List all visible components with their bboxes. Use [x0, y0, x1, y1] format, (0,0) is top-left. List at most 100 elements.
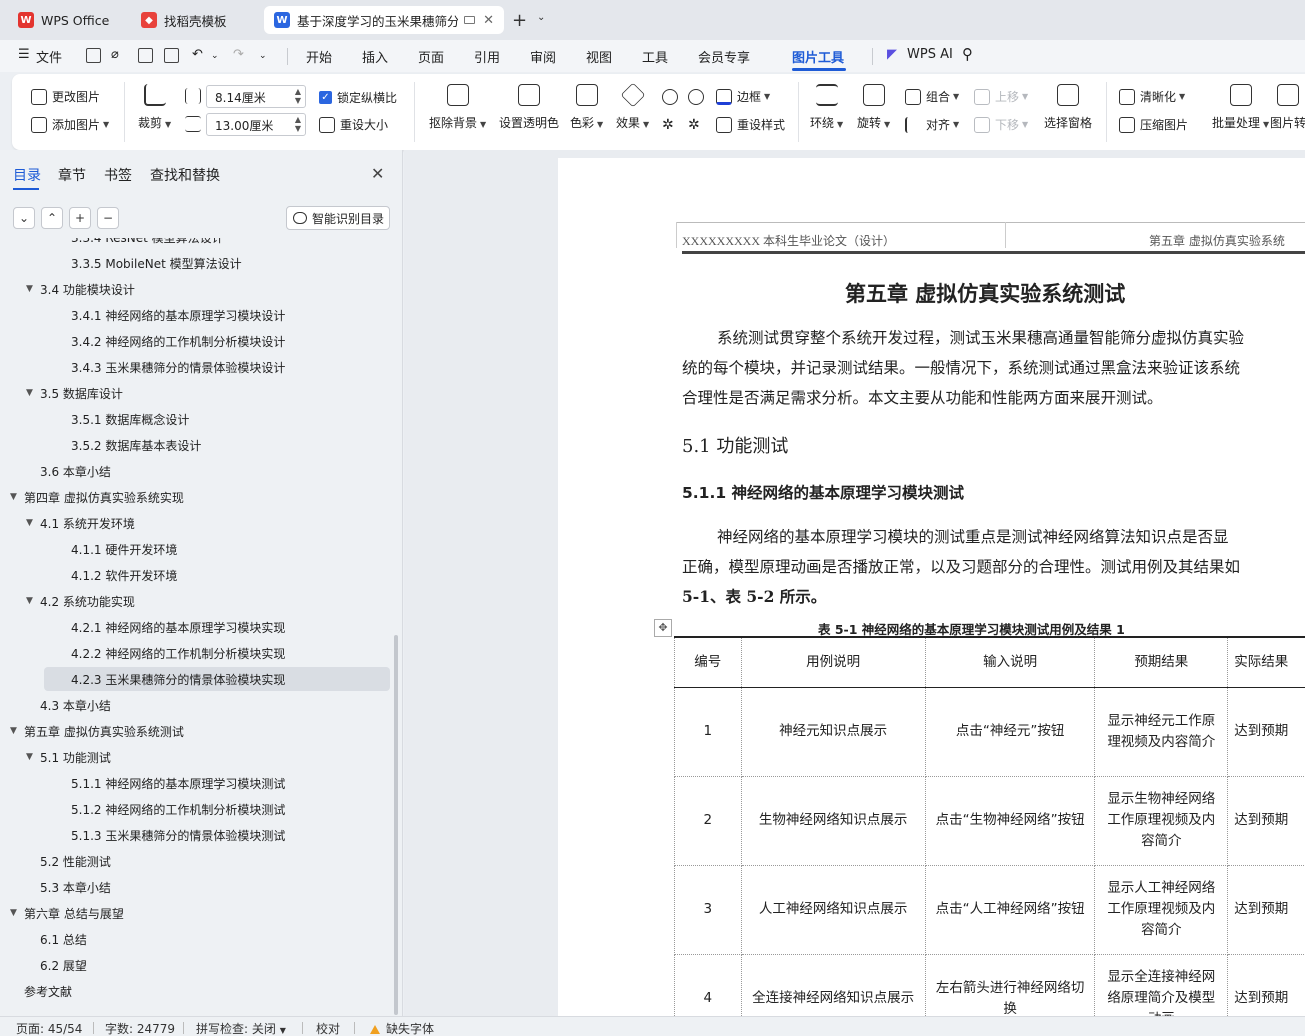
- toc-item[interactable]: 4.2.2 神经网络的工作机制分析模块实现: [0, 641, 390, 665]
- toc-item[interactable]: 4.3 本章小结: [0, 693, 390, 717]
- align-button[interactable]: 对齐 ▼: [905, 116, 959, 133]
- menu-view[interactable]: 视图: [586, 47, 612, 66]
- menu-picture-tools[interactable]: 图片工具: [792, 47, 844, 66]
- chevron-down-icon[interactable]: ⌄: [211, 51, 219, 61]
- page-count[interactable]: 页面: 45/54: [16, 1020, 82, 1036]
- toc-item[interactable]: 3.4.1 神经网络的基本原理学习模块设计: [0, 303, 390, 327]
- toc-item[interactable]: ▼ 5.1 功能测试: [0, 745, 390, 769]
- wrap-button[interactable]: 环绕 ▼: [810, 84, 843, 131]
- brightness-up-icon[interactable]: [662, 89, 678, 105]
- set-transparent-button[interactable]: 设置透明色: [499, 84, 559, 131]
- toc-item[interactable]: 5.1.3 玉米果穗筛分的情景体验模块测试: [0, 823, 390, 847]
- contrast-up-icon[interactable]: [688, 89, 704, 105]
- lock-ratio-checkbox[interactable]: ✓ 锁定纵横比: [319, 89, 397, 106]
- menu-home[interactable]: 开始: [306, 47, 332, 66]
- effects-button[interactable]: 效果 ▼: [616, 82, 649, 131]
- toc-item[interactable]: 5.1.1 神经网络的基本原理学习模块测试: [0, 771, 390, 795]
- chevron-down-icon[interactable]: ⌄: [537, 12, 545, 23]
- new-tab-button[interactable]: +: [512, 10, 527, 31]
- reset-style-button[interactable]: 重设样式: [716, 116, 785, 133]
- expand-toggle-icon[interactable]: ▼: [26, 518, 40, 528]
- brightness-down-icon[interactable]: ✲: [662, 117, 674, 133]
- toc-item[interactable]: ▼ 3.5 数据库设计: [0, 381, 390, 405]
- contrast-down-icon[interactable]: ✲: [688, 117, 700, 133]
- selection-pane-button[interactable]: 选择窗格: [1044, 84, 1092, 131]
- height-input[interactable]: 13.00厘米 ▲ ▼: [206, 113, 306, 136]
- toc-item[interactable]: 6.2 展望: [0, 953, 390, 977]
- chevron-down-icon[interactable]: ⌄: [259, 51, 267, 61]
- expand-toggle-icon[interactable]: ▼: [26, 284, 40, 294]
- toc-item[interactable]: 5.1.2 神经网络的工作机制分析模块测试: [0, 797, 390, 821]
- spinner-icon[interactable]: ▲ ▼: [295, 87, 301, 105]
- remove-heading-icon[interactable]: −: [97, 207, 119, 229]
- batch-process-button[interactable]: 批量处理 ▼: [1212, 84, 1269, 131]
- menu-file[interactable]: 文件: [36, 47, 62, 66]
- menu-insert[interactable]: 插入: [362, 47, 388, 66]
- smart-toc-button[interactable]: 智能识别目录: [286, 206, 390, 230]
- nav-tab-toc[interactable]: 目录: [13, 165, 41, 185]
- menu-review[interactable]: 审阅: [530, 47, 556, 66]
- link-icon[interactable]: ⌀: [111, 47, 119, 62]
- toc-item[interactable]: 4.1.1 硬件开发环境: [0, 537, 390, 561]
- toc-item[interactable]: 5.3 本章小结: [0, 875, 390, 899]
- toc-item[interactable]: 4.1.2 软件开发环境: [0, 563, 390, 587]
- tab-current-document[interactable]: W 基于深度学习的玉米果穗筛分 ✕: [264, 6, 504, 34]
- toc-item[interactable]: 6.1 总结: [0, 927, 390, 951]
- reset-size-button[interactable]: 重设大小: [319, 116, 388, 133]
- chevron-down-icon[interactable]: ⌄: [13, 207, 35, 229]
- menu-references[interactable]: 引用: [474, 47, 500, 66]
- expand-toggle-icon[interactable]: ▼: [10, 908, 24, 918]
- move-down-button[interactable]: 下移 ▼: [974, 116, 1028, 133]
- word-count[interactable]: 字数: 24779: [105, 1020, 175, 1036]
- nav-tab-chapters[interactable]: 章节: [58, 165, 86, 185]
- spell-check-toggle[interactable]: 拼写检查: 关闭 ▼: [196, 1020, 286, 1036]
- crop-button[interactable]: 裁剪 ▼: [138, 84, 171, 131]
- toc-item[interactable]: ▼ 第六章 总结与展望: [0, 901, 390, 925]
- toc-item[interactable]: 5.2 性能测试: [0, 849, 390, 873]
- nav-tab-find-replace[interactable]: 查找和替换: [150, 165, 220, 185]
- move-up-button[interactable]: 上移 ▼: [974, 88, 1028, 105]
- close-icon[interactable]: ✕: [483, 13, 494, 28]
- sharpen-button[interactable]: 清晰化 ▼: [1119, 88, 1185, 105]
- add-picture-button[interactable]: 添加图片 ▼: [31, 116, 109, 133]
- close-icon[interactable]: ✕: [371, 164, 384, 183]
- toc-item[interactable]: 3.5.2 数据库基本表设计: [0, 433, 390, 457]
- toc-item[interactable]: 3.4.3 玉米果穗筛分的情景体验模块设计: [0, 355, 390, 379]
- color-button[interactable]: 色彩 ▼: [570, 84, 603, 131]
- toc-item[interactable]: 4.2.1 神经网络的基本原理学习模块实现: [0, 615, 390, 639]
- chevron-up-icon[interactable]: ⌃: [41, 207, 63, 229]
- compress-picture-button[interactable]: 压缩图片: [1119, 116, 1188, 133]
- toc-item[interactable]: ▼ 第五章 虚拟仿真实验系统测试: [0, 719, 390, 743]
- print-preview-icon[interactable]: [164, 48, 179, 63]
- picture-convert-button[interactable]: 图片转: [1270, 84, 1305, 131]
- add-heading-icon[interactable]: +: [69, 207, 91, 229]
- toc-item[interactable]: ▼ 4.2 系统功能实现: [0, 589, 390, 613]
- change-picture-button[interactable]: 更改图片: [31, 88, 100, 105]
- expand-toggle-icon[interactable]: ▼: [10, 492, 24, 502]
- menu-tools[interactable]: 工具: [642, 47, 668, 66]
- search-icon[interactable]: ⚲: [962, 45, 973, 63]
- toc-item[interactable]: 3.3.4 ResNet 模型算法设计: [0, 238, 390, 249]
- group-button[interactable]: 组合 ▼: [905, 88, 959, 105]
- save-icon[interactable]: [86, 48, 101, 63]
- tab-docer-templates[interactable]: ◆ 找稻壳模板: [131, 6, 258, 34]
- width-input[interactable]: 8.14厘米 ▲ ▼: [206, 85, 306, 108]
- toc-item[interactable]: 3.4.2 神经网络的工作机制分析模块设计: [0, 329, 390, 353]
- remove-background-button[interactable]: 抠除背景 ▼: [429, 84, 486, 131]
- tab-wps-office[interactable]: W WPS Office: [8, 6, 123, 34]
- redo-icon[interactable]: ↷: [233, 47, 244, 62]
- menu-member[interactable]: 会员专享: [698, 47, 750, 66]
- toc-item[interactable]: ▼ 3.4 功能模块设计: [0, 277, 390, 301]
- menu-page[interactable]: 页面: [418, 47, 444, 66]
- scrollbar[interactable]: [394, 635, 398, 1015]
- table-move-icon[interactable]: ✥: [654, 619, 672, 637]
- undo-icon[interactable]: ↶: [192, 47, 203, 62]
- nav-tab-bookmarks[interactable]: 书签: [104, 165, 132, 185]
- expand-toggle-icon[interactable]: ▼: [26, 596, 40, 606]
- toc-item[interactable]: ▼ 第四章 虚拟仿真实验系统实现: [0, 485, 390, 509]
- expand-toggle-icon[interactable]: ▼: [26, 388, 40, 398]
- spinner-icon[interactable]: ▲ ▼: [295, 115, 301, 133]
- rotate-button[interactable]: 旋转 ▼: [857, 84, 890, 131]
- menu-wps-ai[interactable]: WPS AI: [907, 47, 953, 62]
- toc-item[interactable]: ▼ 4.1 系统开发环境: [0, 511, 390, 535]
